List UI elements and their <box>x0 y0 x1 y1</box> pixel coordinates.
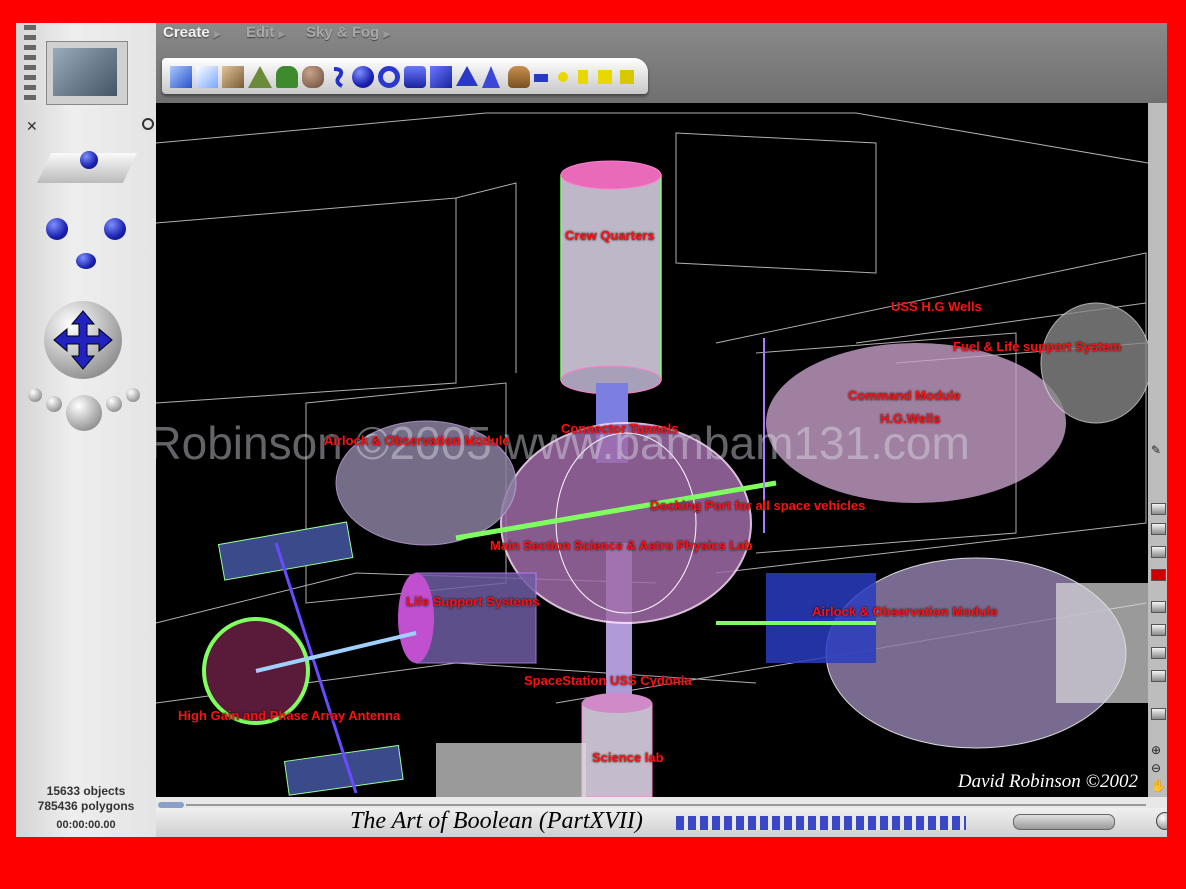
square-icon[interactable] <box>534 74 548 82</box>
right-tool-strip: ✎ ⊕ ⊖ ✋ <box>1148 103 1167 797</box>
move-yz-control[interactable] <box>76 253 96 269</box>
list-button[interactable] <box>1151 601 1166 613</box>
square-light-icon[interactable] <box>598 70 612 84</box>
label-airlock-right: Airlock & Observation Module <box>812 604 998 619</box>
wireframe-viewport[interactable]: David Robinson ©2005 www.bambam131.com C… <box>156 103 1148 797</box>
ground-plane-icon[interactable] <box>222 66 244 88</box>
globe-icon[interactable] <box>1156 812 1167 830</box>
menu-create[interactable]: Create ▶ <box>163 24 221 41</box>
water-plane-icon[interactable] <box>170 66 192 88</box>
label-crew-quarters: Crew Quarters <box>565 228 655 243</box>
label-life-support: Life Support Systems <box>406 594 540 609</box>
solid-button[interactable] <box>1151 647 1166 659</box>
cube-icon[interactable] <box>430 66 452 88</box>
label-hg-wells: H.G.Wells <box>880 411 941 426</box>
wireframe-button[interactable] <box>1151 624 1166 636</box>
left-control-panel: ✕ 15633 objects 785436 polygons 00:00:00… <box>16 23 156 837</box>
label-fuel-life-support: Fuel & Life support System <box>953 339 1122 354</box>
menu-edit[interactable]: Edit ▶ <box>246 24 285 41</box>
texture-button[interactable] <box>1151 670 1166 682</box>
bryce-window: Create ▶ Edit ▶ Sky & Fog ▶ ✕ 15633 obje… <box>16 23 1167 837</box>
zoom-out-icon[interactable]: ⊖ <box>1151 761 1161 775</box>
spot-light-icon[interactable] <box>578 70 588 84</box>
cube-view-button[interactable] <box>1151 708 1166 720</box>
playback-controls[interactable] <box>1013 814 1115 830</box>
cloud-plane-icon[interactable] <box>196 66 218 88</box>
object-count: 15633 objects <box>46 784 126 798</box>
camera-trackball[interactable] <box>37 141 137 191</box>
mini-object-palette[interactable] <box>676 816 966 830</box>
pyramid-icon[interactable] <box>456 66 478 86</box>
view-stack-buttons[interactable] <box>24 25 36 103</box>
hand-icon[interactable]: ✋ <box>1151 779 1166 793</box>
view-ball-2[interactable] <box>46 396 62 412</box>
close-icon[interactable]: ✕ <box>26 118 38 135</box>
render-button[interactable] <box>1151 569 1166 581</box>
view-mode-2-button[interactable] <box>1151 523 1166 535</box>
view-ball-1[interactable] <box>28 388 42 402</box>
label-command-module: Command Module <box>848 388 961 403</box>
bottom-bar: The Art of Boolean (PartXVII) <box>156 808 1167 837</box>
menu-sky-fog[interactable]: Sky & Fog ▶ <box>306 24 390 41</box>
artist-signature: David Robinson ©2002 <box>957 771 1138 792</box>
view-mode-1-button[interactable] <box>1151 503 1166 515</box>
radial-light-icon[interactable] <box>558 72 568 82</box>
rock-icon[interactable] <box>302 66 324 88</box>
sphere-icon[interactable] <box>352 66 374 88</box>
torus-icon[interactable] <box>378 66 400 88</box>
footer-title: The Art of Boolean (PartXVII) <box>350 808 643 834</box>
view-mode-3-button[interactable] <box>1151 546 1166 558</box>
label-airlock-left: Airlock & Observation Module <box>324 433 510 448</box>
top-toolbar: Create ▶ Edit ▶ Sky & Fog ▶ <box>16 23 1167 105</box>
zoom-in-icon[interactable]: ⊕ <box>1151 743 1161 757</box>
move-xy-control[interactable] <box>104 218 126 240</box>
label-science-lab: Science lab <box>592 750 664 765</box>
symmetrical-lattice-icon[interactable] <box>328 66 350 88</box>
label-spacestation: SpaceStation USS Cydonia <box>524 673 692 688</box>
view-ball-4[interactable] <box>126 388 140 402</box>
pencil-icon[interactable]: ✎ <box>1151 443 1164 457</box>
nano-preview[interactable] <box>46 41 128 105</box>
time-readout: 00:00:00.00 <box>56 819 116 831</box>
cylinder-icon[interactable] <box>404 66 426 88</box>
move-xz-control[interactable] <box>46 218 68 240</box>
view-ball-main[interactable] <box>66 395 102 431</box>
label-connector-tunnels: Connector Tunnels <box>561 421 679 436</box>
terrain-icon[interactable] <box>248 66 272 88</box>
label-main-section: Main Section Science & Astro Physics Lab <box>490 538 753 553</box>
camera-target-icon[interactable] <box>142 118 154 130</box>
cone-icon[interactable] <box>482 66 500 88</box>
label-antenna: High Gain and Phase Array Antenna <box>178 708 401 723</box>
parallel-light-icon[interactable] <box>620 70 634 84</box>
create-palette <box>162 58 648 94</box>
view-ball-3[interactable] <box>106 396 122 412</box>
four-way-arrow-icon <box>53 310 113 370</box>
polygon-count: 785436 polygons <box>37 799 135 813</box>
metaball-figure-icon[interactable] <box>508 66 530 88</box>
tree-icon[interactable] <box>276 66 298 88</box>
label-docking-port: Docking Port for all space vehicles <box>650 498 866 513</box>
label-uss-hg-wells: USS H.G Wells <box>891 299 982 314</box>
